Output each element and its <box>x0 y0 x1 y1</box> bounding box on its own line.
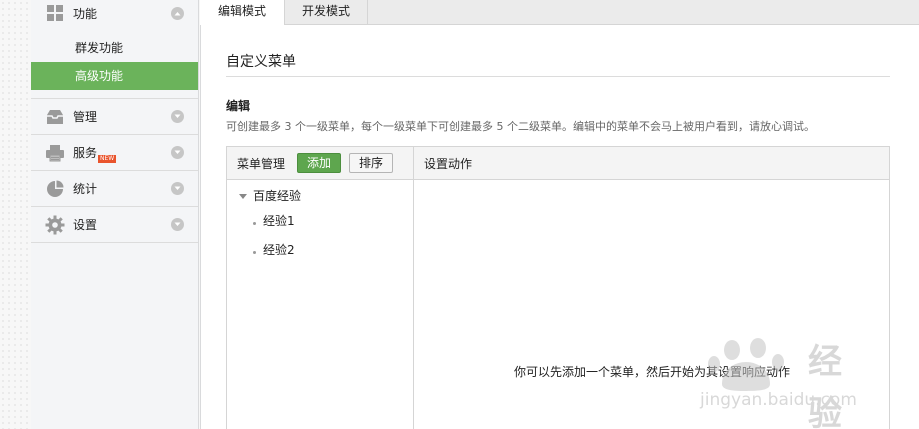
caret-down-icon[interactable] <box>239 188 247 202</box>
nav-group-label: 功能 <box>73 6 98 21</box>
menu-panel-title: 菜单管理 <box>237 156 286 171</box>
tree-item-label: 经验1 <box>263 214 295 228</box>
chevron-up-icon[interactable] <box>171 6 184 20</box>
nav-group-service[interactable]: 服务 NEW <box>31 135 198 171</box>
nav-group-stats[interactable]: 统计 <box>31 171 198 207</box>
inbox-icon <box>45 107 65 127</box>
watermark-url: jingyan.baidu.com <box>700 390 857 410</box>
tree-item-label: 经验2 <box>263 243 295 257</box>
chevron-down-icon[interactable] <box>171 218 184 231</box>
watermark: 经验 jingyan.baidu.com <box>700 336 870 429</box>
gear-icon <box>45 215 65 235</box>
action-panel-header: 设置动作 <box>414 147 889 180</box>
chevron-down-icon[interactable] <box>171 146 184 159</box>
nav-group-label: 设置 <box>73 218 98 232</box>
section-description: 可创建最多 3 个一级菜单，每个一级菜单下可创建最多 5 个二级菜单。编辑中的菜… <box>226 120 815 133</box>
tab-dev-mode[interactable]: 开发模式 <box>285 0 368 25</box>
tab-edit-mode[interactable]: 编辑模式 <box>200 0 285 26</box>
nav-group-settings[interactable]: 设置 <box>31 207 198 243</box>
nav-group-label: 服务 <box>73 146 98 160</box>
menu-tree: 百度经验 经验1 经验2 <box>227 180 413 264</box>
sub-menu-features: 群发功能 高级功能 <box>31 26 198 99</box>
menu-management-panel: 菜单管理 添加 排序 百度经验 经验1 经验2 <box>227 147 414 429</box>
nav-group-features[interactable]: 功能 <box>31 0 198 26</box>
mode-tabs: 编辑模式 开发模式 <box>200 0 919 26</box>
nav-group-label: 管理 <box>73 110 98 124</box>
divider <box>226 76 890 77</box>
sidebar: 功能 群发功能 高级功能 管理 服务 NEW 统计 设置 <box>31 0 199 429</box>
printer-icon <box>45 143 65 163</box>
add-menu-button[interactable]: 添加 <box>297 153 342 173</box>
sidebar-item-advanced[interactable]: 高级功能 <box>31 62 198 90</box>
tree-item-child[interactable]: 经验2 <box>227 235 413 264</box>
paw-logo-icon <box>708 338 784 391</box>
pie-chart-icon <box>45 179 65 199</box>
new-badge: NEW <box>98 154 117 163</box>
chevron-down-icon[interactable] <box>171 110 184 123</box>
grid-icon <box>45 3 65 23</box>
bullet-icon <box>253 222 256 225</box>
bullet-icon <box>253 251 256 254</box>
watermark-text: 经验 <box>808 342 844 429</box>
chevron-down-icon[interactable] <box>171 182 184 195</box>
nav-group-manage[interactable]: 管理 <box>31 99 198 135</box>
tree-item-root[interactable]: 百度经验 <box>227 184 413 206</box>
tree-item-label: 百度经验 <box>253 188 302 203</box>
tree-item-child[interactable]: 经验1 <box>227 206 413 235</box>
action-panel-title: 设置动作 <box>424 156 473 171</box>
nav-group-label: 统计 <box>73 182 98 196</box>
sort-menu-button[interactable]: 排序 <box>349 153 394 173</box>
menu-panel-header: 菜单管理 添加 排序 <box>227 147 413 180</box>
section-title: 编辑 <box>226 99 251 113</box>
sidebar-item-mass-send[interactable]: 群发功能 <box>31 34 198 62</box>
page-title: 自定义菜单 <box>226 54 296 70</box>
